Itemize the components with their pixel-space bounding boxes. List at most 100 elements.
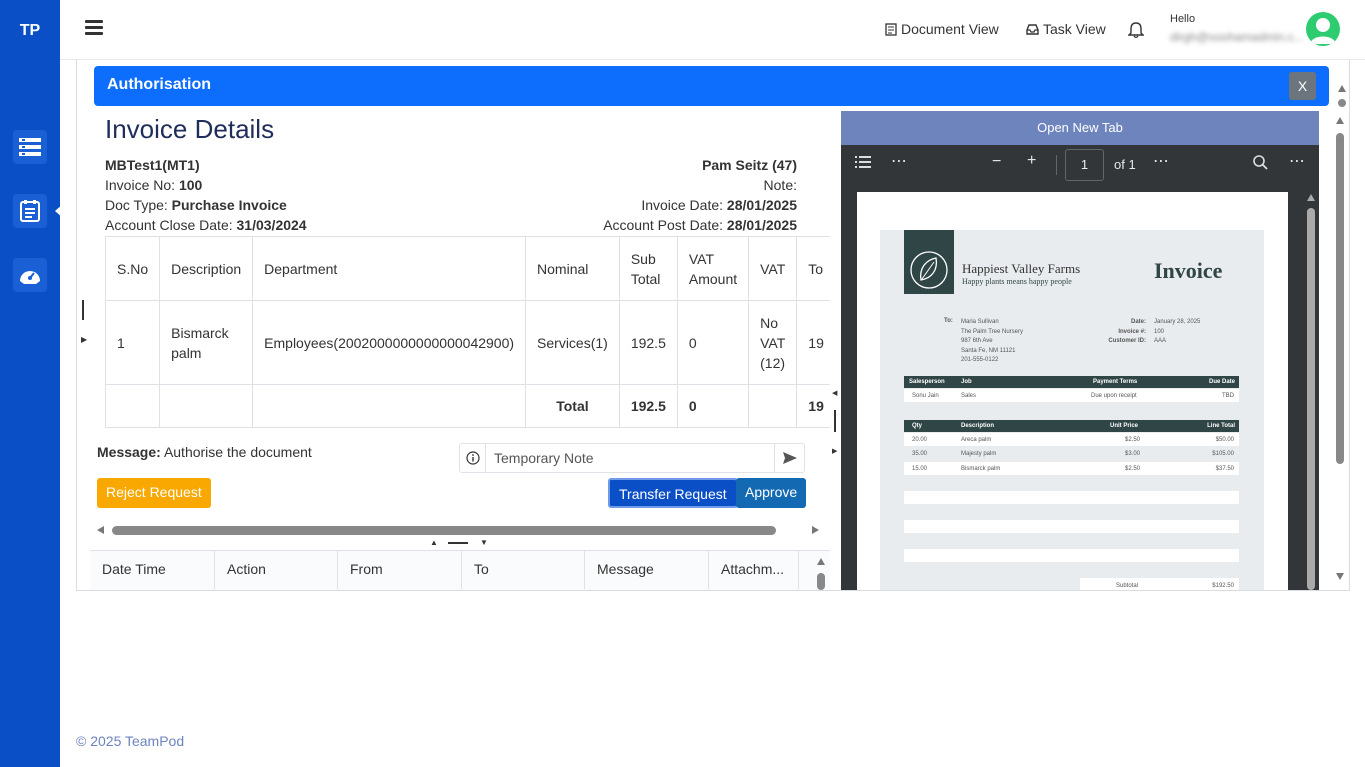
transfer-request-button[interactable]: Transfer Request — [608, 478, 738, 508]
horizontal-scrollbar[interactable] — [95, 523, 823, 537]
splitter-handle[interactable] — [448, 542, 468, 544]
pdf-line-cell: Majesty palm — [961, 451, 997, 457]
outer-scroll-up-icon[interactable] — [1336, 117, 1344, 124]
expand-down-icon[interactable]: ▼ — [480, 538, 488, 547]
doc-type-label: Doc Type: — [105, 197, 168, 213]
more-options-icon[interactable]: ⋯ — [891, 151, 907, 171]
expand-left-icon[interactable]: ▶ — [81, 335, 87, 344]
collapse-up-icon[interactable]: ▲ — [430, 538, 438, 547]
invoice-date-value: 28/01/2025 — [726, 197, 797, 213]
scroll-left-icon[interactable] — [97, 526, 104, 534]
page-scroll-up-icon[interactable] — [1338, 85, 1346, 92]
pdf-sales-cell: Sonu Jain — [912, 393, 939, 399]
company-value: MBTest1(MT1) — [105, 157, 200, 173]
post-date-label: Account Post Date: — [603, 217, 724, 233]
pdf-line-cell: $2.50 — [1125, 437, 1141, 443]
approve-button[interactable]: Approve — [736, 478, 807, 508]
modal-title: Authorisation — [107, 76, 211, 93]
pdf-info-values: January 28, 2025 100 AAA — [1154, 318, 1200, 347]
cell-vat-amount: 0 — [676, 300, 750, 385]
col-to: To — [462, 551, 585, 589]
pdf-line-head: Unit Price — [1110, 423, 1139, 429]
pdf-sales-head: Due Date — [1208, 379, 1235, 385]
cell-empty — [748, 384, 798, 428]
temporary-note-input[interactable]: Temporary Note — [459, 443, 805, 473]
open-new-tab-button[interactable]: Open New Tab — [841, 111, 1319, 145]
reject-request-button[interactable]: Reject Request — [97, 478, 211, 508]
close-button[interactable]: X — [1289, 72, 1316, 100]
pdf-line-cell: $37.50 — [1215, 466, 1234, 472]
menu-toggle-icon[interactable] — [85, 20, 103, 36]
hello-label: Hello — [1170, 13, 1196, 25]
vertical-resize-handle[interactable] — [834, 410, 836, 432]
close-date-label: Account Close Date: — [105, 217, 233, 233]
pdf-line-head: Line Total — [1207, 423, 1235, 429]
outer-scroll-down-icon[interactable] — [1336, 573, 1344, 580]
brand-logo[interactable]: TP — [0, 22, 60, 40]
pdf-info-labels: Date: Invoice #: Customer ID: — [1088, 318, 1146, 347]
pdf-sales-row: Sonu Jain Sales Due upon receipt TBD — [904, 389, 1239, 402]
invoice-date-row: Invoice Date: 28/01/2025 — [641, 197, 797, 213]
note-label: Note: — [763, 177, 797, 193]
task-view-label: Task View — [1043, 21, 1106, 37]
inbox-icon — [1026, 23, 1039, 35]
bell-icon[interactable] — [1127, 21, 1145, 44]
cell-nominal: Services(1) — [525, 300, 620, 385]
panel-splitter[interactable]: ▲ ▼ — [430, 538, 490, 550]
document-icon[interactable] — [13, 194, 63, 228]
pdf-to-line: 201-555-0122 — [961, 357, 999, 363]
pdf-page: Happiest Valley Farms Happy plants means… — [857, 192, 1288, 590]
resize-handle[interactable] — [82, 300, 84, 320]
expand-right-icon[interactable]: ▶ — [832, 447, 837, 455]
pdf-line-cell: Bismarck palm — [961, 466, 1001, 472]
total-subtotal: 192.5 — [618, 384, 678, 428]
contact-row: Pam Seitz (47) — [702, 157, 797, 173]
cell-empty — [159, 384, 254, 428]
history-scroll-thumb[interactable] — [817, 573, 825, 590]
pdf-sales-cell: Due upon receipt — [1091, 393, 1137, 399]
dashboard-icon[interactable] — [13, 258, 47, 292]
page-count: of 1 — [1114, 157, 1136, 172]
history-scroll-up-icon[interactable] — [817, 558, 825, 565]
avatar-icon[interactable] — [1306, 12, 1340, 46]
document-view-link[interactable]: Document View — [885, 21, 999, 37]
pdf-sales-head: Job — [961, 379, 972, 385]
cell-total: 19 — [796, 300, 830, 385]
task-view-link[interactable]: Task View — [1026, 21, 1106, 37]
pdf-subtotal-row: Subtotal $192.50 — [1080, 578, 1239, 590]
topbar: Document View Task View Hello dirgh@sooh… — [60, 0, 1365, 60]
message-label: Message: — [97, 444, 161, 460]
col-attachment: Attachm... — [709, 551, 799, 589]
scroll-thumb[interactable] — [112, 526, 776, 535]
outline-icon[interactable] — [855, 155, 871, 174]
zoom-in-icon[interactable]: + — [1027, 152, 1036, 170]
outer-scroll-thumb[interactable] — [1336, 133, 1344, 464]
col-message: Message — [585, 551, 709, 589]
pdf-company-name: Happiest Valley Farms — [962, 261, 1081, 276]
menu-dots-icon[interactable]: ⋯ — [1289, 151, 1305, 171]
pdf-scroll-thumb[interactable] — [1307, 208, 1315, 590]
page-scroll-thumb[interactable] — [1338, 99, 1346, 107]
send-icon[interactable] — [774, 444, 804, 472]
contact-value: Pam Seitz (47) — [702, 157, 797, 173]
pdf-empty-row — [904, 520, 1239, 533]
pdf-line-head: Description — [961, 423, 995, 429]
outer-vertical-scrollbar[interactable] — [1333, 113, 1347, 588]
scroll-right-icon[interactable] — [812, 526, 819, 534]
pdf-sales-cell: TBD — [1222, 393, 1234, 399]
pdf-scroll-up-icon[interactable] — [1307, 194, 1315, 201]
search-icon[interactable] — [1253, 155, 1268, 175]
list-icon[interactable] — [13, 130, 47, 164]
cell-empty — [104, 384, 161, 428]
pdf-to-line: Maria Sullivan — [961, 319, 999, 325]
collapse-right-icon[interactable]: ◀ — [832, 389, 837, 397]
cell-vat: No VAT (12) — [748, 300, 798, 385]
invoice-date-label: Invoice Date: — [641, 197, 724, 213]
zoom-out-icon[interactable]: − — [992, 153, 1001, 171]
document-view-label: Document View — [901, 21, 999, 37]
message-text: Authorise the document — [163, 444, 312, 460]
invoice-no-label: Invoice No: — [105, 177, 176, 193]
page-number-input[interactable]: 1 — [1065, 149, 1104, 181]
more-page-options-icon[interactable]: ⋯ — [1153, 151, 1169, 171]
col-vat-amount: VAT Amount — [676, 236, 750, 301]
